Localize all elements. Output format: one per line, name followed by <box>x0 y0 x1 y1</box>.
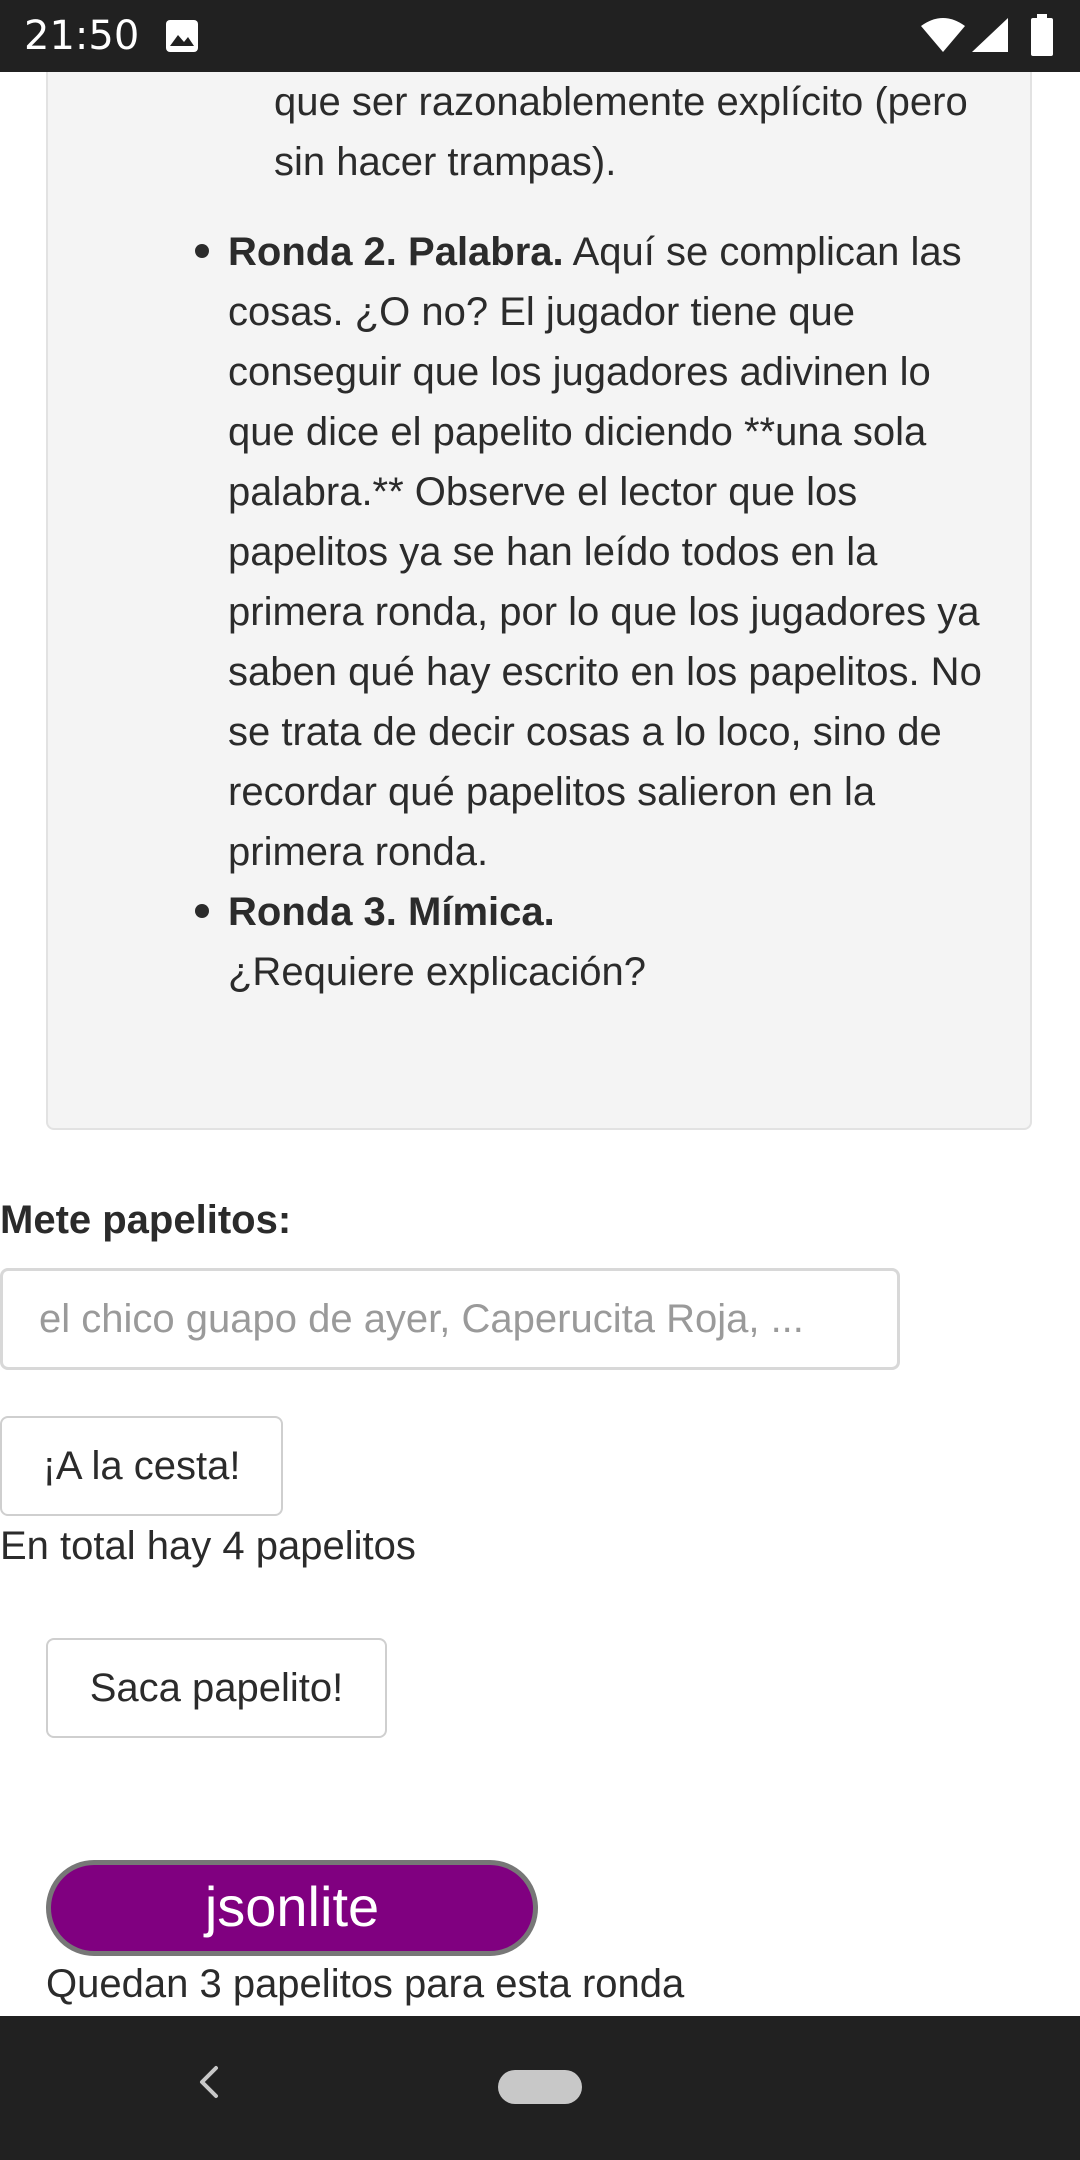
rule-title: Ronda 3. Mímica. <box>228 890 555 934</box>
total-count-text: En total hay 4 papelitos <box>0 1524 416 1568</box>
add-to-basket-button[interactable]: ¡A la cesta! <box>0 1416 283 1516</box>
rule-text: Ronda 3. Mímica. ¿Requiere explicación? <box>228 882 988 1002</box>
signal-icon <box>972 18 1008 52</box>
status-bar: 21:50 <box>0 0 1080 72</box>
wifi-icon <box>921 18 965 52</box>
status-time: 21:50 <box>24 13 140 59</box>
remaining-count-text: Quedan 3 papelitos para esta ronda <box>46 1962 685 2006</box>
image-icon <box>166 20 198 52</box>
bullet-icon <box>195 904 209 918</box>
home-pill-icon[interactable] <box>498 2070 582 2104</box>
current-player-badge[interactable]: jsonlite <box>46 1860 538 1956</box>
papelito-input[interactable] <box>0 1268 900 1370</box>
main-content: escrito en los papelitos, así que habrá … <box>0 0 1080 2016</box>
rules-panel: escrito en los papelitos, así que habrá … <box>46 0 1032 1130</box>
add-papelitos-label: Mete papelitos: <box>0 1198 292 1242</box>
back-icon[interactable] <box>194 2062 224 2102</box>
rule-title: Ronda 2. Palabra. <box>228 230 564 274</box>
rule-description: ¿Requiere explicación? <box>228 950 647 994</box>
battery-icon <box>1031 14 1053 56</box>
bullet-icon <box>195 244 209 258</box>
navigation-bar <box>0 2016 1080 2160</box>
rule-description: Aquí se complican las cosas. ¿O no? El j… <box>228 230 982 874</box>
draw-papelito-button[interactable]: Saca papelito! <box>46 1638 387 1738</box>
rule-text: Ronda 2. Palabra. Aquí se complican las … <box>228 222 988 882</box>
